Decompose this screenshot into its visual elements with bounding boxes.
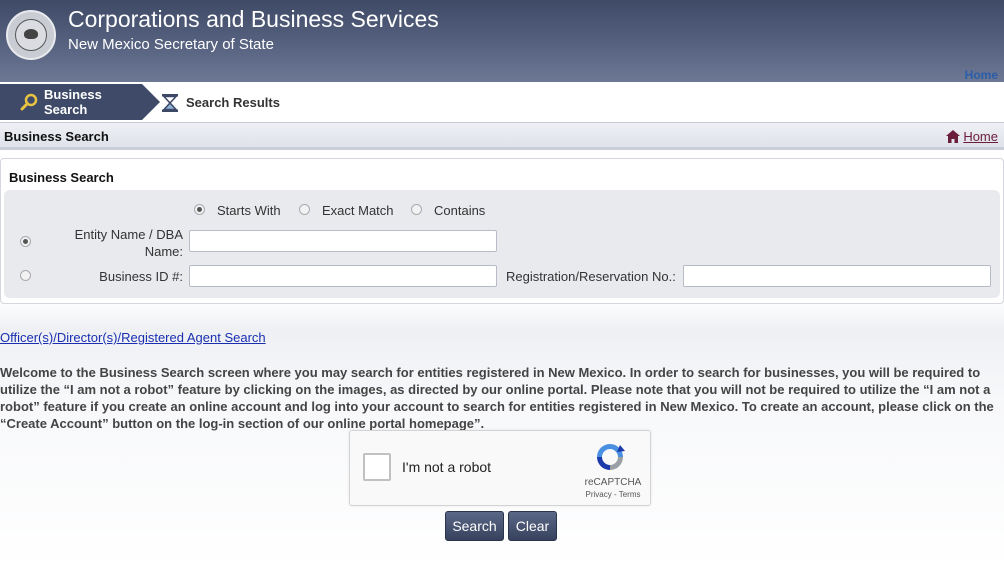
breadcrumb: Business Search Home (0, 122, 1004, 150)
tab-search-results[interactable]: Search Results (160, 84, 280, 120)
hourglass-icon (162, 94, 178, 112)
radio-business-id[interactable] (20, 270, 31, 281)
home-link[interactable]: Home (946, 129, 998, 144)
welcome-text: Welcome to the Business Search screen wh… (0, 365, 994, 431)
entity-name-label: Entity Name / DBA Name: (74, 227, 183, 259)
officer-director-agent-search-link[interactable]: Officer(s)/Director(s)/Registered Agent … (0, 330, 266, 345)
site-title: Corporations and Business Services (68, 6, 439, 32)
recaptcha-label: I'm not a robot (402, 459, 492, 475)
magnifier-icon (20, 93, 38, 111)
recaptcha-checkbox[interactable] (363, 453, 391, 481)
recaptcha-brand: reCAPTCHA (584, 477, 642, 488)
entity-name-input[interactable] (189, 230, 497, 252)
site-header: Corporations and Business Services New M… (0, 0, 1004, 82)
state-seal-icon (6, 10, 56, 60)
recaptcha-logo-icon (597, 444, 625, 470)
search-button[interactable]: Search (445, 511, 504, 541)
recaptcha-privacy-terms[interactable]: Privacy - Terms (582, 490, 644, 499)
starts-with-label: Starts With (217, 203, 281, 218)
tab-label: Search Results (186, 94, 280, 110)
radio-exact-match[interactable] (299, 204, 310, 215)
house-icon (946, 130, 961, 143)
tab-business-search[interactable]: Business Search (0, 84, 160, 120)
search-form: Starts With Exact Match Contains Entity … (4, 190, 1000, 298)
page-title: Business Search (4, 129, 109, 144)
site-subtitle: New Mexico Secretary of State (68, 36, 274, 53)
header-home-link[interactable]: Home (965, 68, 998, 82)
contains-label: Contains (434, 203, 486, 218)
radio-starts-with[interactable] (194, 204, 205, 215)
recaptcha-widget: I'm not a robot reCAPTCHA Privacy - Term… (349, 430, 651, 506)
business-id-input[interactable] (189, 265, 497, 287)
panel-title: Business Search (9, 170, 114, 185)
radio-entity-name[interactable] (20, 236, 31, 247)
radio-contains[interactable] (411, 204, 422, 215)
business-search-panel: Business Search Starts With Exact Match … (0, 158, 1004, 304)
business-id-label: Business ID #: (99, 269, 183, 284)
clear-button[interactable]: Clear (508, 511, 557, 541)
wizard-tabs: Business Search Search Results (0, 82, 1004, 122)
home-link-label: Home (963, 129, 998, 144)
exact-match-label: Exact Match (322, 203, 394, 218)
tab-label: Business Search (44, 87, 102, 117)
registration-label: Registration/Reservation No.: (506, 269, 676, 284)
registration-input[interactable] (683, 265, 991, 287)
